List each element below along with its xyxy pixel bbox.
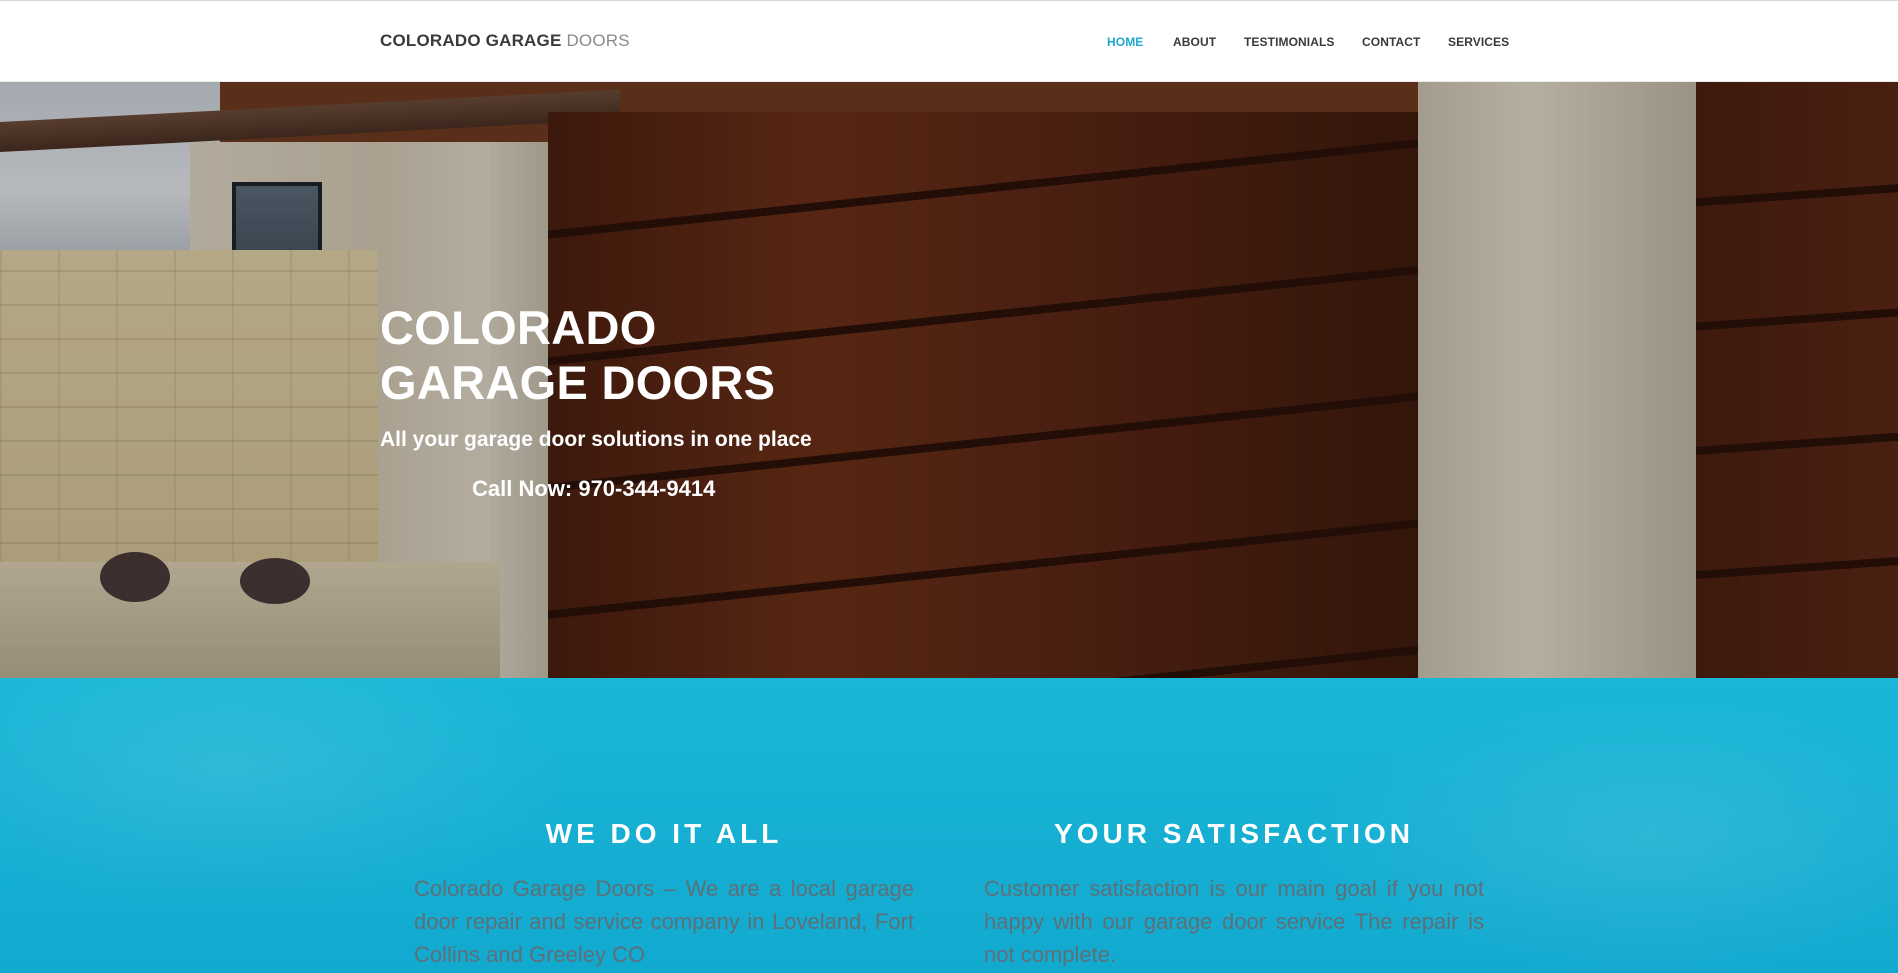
hero-subtitle: All your garage door solutions in one pl… — [380, 428, 812, 451]
nav-contact[interactable]: CONTACT — [1362, 35, 1420, 49]
hero-title-line2: GARAGE DOORS — [380, 356, 776, 409]
nav-about[interactable]: ABOUT — [1173, 35, 1216, 49]
site-header: COLORADO GARAGE DOORS HOME ABOUT TESTIMO… — [0, 1, 1898, 82]
hero-section — [0, 82, 1898, 678]
feature-title: WE DO IT ALL — [545, 818, 783, 849]
features-section: WE DO IT ALL Colorado Garage Doors – We … — [0, 678, 1898, 973]
feature-title: YOUR SATISFACTION — [1054, 818, 1414, 849]
call-now-link[interactable]: Call Now: 970-344-9414 — [472, 476, 715, 502]
feature-text: Customer satisfaction is our main goal i… — [984, 876, 1484, 967]
nav-home[interactable]: HOME — [1107, 35, 1143, 49]
nav-services[interactable]: SERVICES — [1448, 35, 1509, 49]
feature-your-satisfaction: YOUR SATISFACTION Customer satisfaction … — [984, 818, 1484, 971]
feature-text: Colorado Garage Doors – We are a local g… — [414, 876, 914, 967]
feature-we-do-it-all: WE DO IT ALL Colorado Garage Doors – We … — [414, 818, 914, 971]
hero-title-line1: COLORADO — [380, 301, 657, 354]
hero-overlay — [0, 82, 1898, 678]
nav-testimonials[interactable]: TESTIMONIALS — [1244, 35, 1335, 49]
main-nav: HOME ABOUT TESTIMONIALS CONTACT SERVICES — [0, 35, 1898, 51]
hero-title: COLORADO GARAGE DOORS — [380, 300, 775, 410]
